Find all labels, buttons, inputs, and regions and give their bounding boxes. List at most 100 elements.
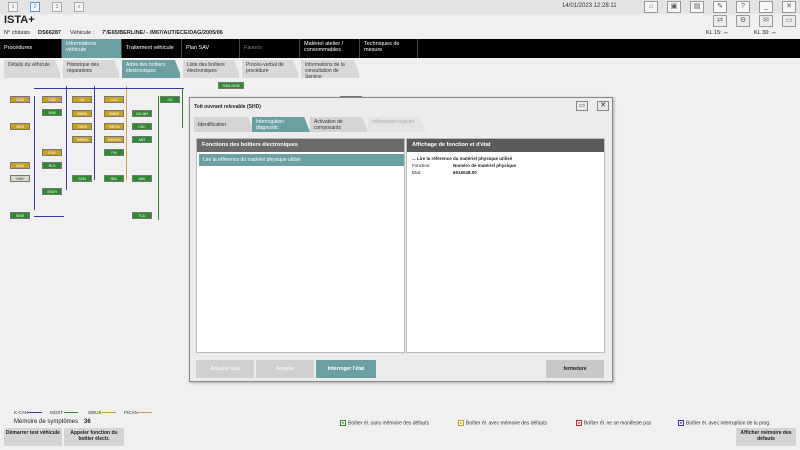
ecu-node[interactable]: CDC [132,123,152,130]
tab-diagnostic-query[interactable]: Interrogation diagnostic [252,117,310,132]
close-icon[interactable]: ✕ [597,101,609,111]
kcan-bus-line [66,86,67,190]
ecu-node[interactable]: SMBF [104,110,124,117]
minimize-icon[interactable]: _ [759,1,773,13]
kcan-legend: K-CAN [14,410,29,415]
function-display-panel: Affichage de fonction et d'état ... Lire… [406,138,605,353]
ecu-node[interactable]: SZM [72,175,92,182]
status-prog-interrupt: ● Boîtier él. avec interruption de la pro… [678,420,771,426]
status-red-icon: ● [576,420,582,426]
tab-measurement[interactable]: Techniques de mesure [360,39,418,58]
kcan-legend-line [28,412,42,413]
subtab-vehicle-details[interactable]: Détails du véhicule [4,60,62,78]
function-value: Numéro de matériel physique [453,163,517,168]
chassis-label: N° châssis [4,30,31,36]
ecu-node[interactable]: TCU [132,212,152,219]
tab-service-plan[interactable]: Plan SAV [182,39,240,58]
ecu-node[interactable]: CSB [42,96,62,103]
ecu-node[interactable]: LM [72,96,92,103]
ecu-node[interactable]: SMFA [72,110,92,117]
home-icon[interactable]: ⌂ [644,1,658,13]
help-icon[interactable]: ? [736,1,750,13]
ecu-node[interactable]: CD-WH [132,110,152,117]
ecu-node[interactable]: TMFA [72,123,92,130]
ecu-node[interactable]: CON [10,96,30,103]
most-legend-line [64,412,78,413]
status-fault-label: Boîtier él. avec mémoire des défauts [466,420,548,427]
function-result-title: ... Lire la référence du matériel physiq… [412,156,513,161]
ptcan-bus-line [126,86,127,180]
tab-favorites[interactable]: Favoris [240,39,300,58]
ecu-node[interactable]: RLS [42,162,62,169]
status-prog-interrupt-label: Boîtier él. avec interruption de la prog… [686,420,771,427]
cancel-button[interactable]: Annuler [256,360,314,378]
cancel-all-button[interactable]: Annuler tout [196,360,254,378]
chassis-value: DS66287 [38,30,61,36]
call-ecu-function-button[interactable]: Appeler fonction du boîtier électr. [64,428,124,446]
tab-component-activation[interactable]: Activation de composants [310,117,368,132]
ecu-node[interactable]: CAS [104,96,124,103]
ecu-node[interactable]: RDL [104,175,124,182]
wrench-icon[interactable]: ✎ [713,1,727,13]
vehicle-info-bar: N° châssis DS66287 Véhicule : 7'/E65/BER… [0,29,800,38]
ecu-node[interactable]: WIM [42,109,62,116]
tab-workshop-equipment[interactable]: Matériel atelier / consommables [300,39,360,58]
minimize-icon[interactable]: ▭ [576,101,588,111]
subtab-procedure-report[interactable]: Procès-verbal de procédure [242,60,300,78]
ecu-node[interactable]: SHD [10,175,30,182]
ecu-node[interactable]: NAV [132,175,152,182]
tab-software-info[interactable]: Information logicier [368,117,426,132]
window-button-3[interactable]: 3 [52,2,62,12]
connection-icon[interactable]: ⇄ [713,15,727,27]
ecu-node[interactable]: ANT [132,136,152,143]
ecu-node[interactable]: TMBFAh [104,136,124,143]
ecu-dialog: Toit ouvrant relevable (SHD) ▭ ✕ Identif… [189,97,613,382]
tab-procedures[interactable]: Procédures [0,39,62,58]
mail-icon[interactable]: ✉ [759,15,773,27]
show-fault-memory-button[interactable]: Afficher mémoire des défauts [736,428,796,446]
ecu-node[interactable]: FDU [42,149,62,156]
ecu-node[interactable]: SGM-DGM [218,82,244,89]
ecu-node[interactable]: SINE [10,212,30,219]
subtab-repair-history[interactable]: Historique des réparations [63,60,121,78]
ecu-node[interactable]: PM [104,149,124,156]
kl15-label: KL 15: [706,30,722,36]
vehicle-value: 7'/E65/BERLINE/ - /M67/AUT/ECE/DAG/2005/… [102,30,223,36]
status-no-response: ● Boîtier él. ne se manifeste pas [576,420,651,426]
list-view-icon[interactable]: ≡ [74,2,84,12]
ecu-functions-panel: Fonctions des boîtiers électroniques Lir… [196,138,405,353]
window-button-1[interactable]: 1 [8,2,18,12]
symptoms-label: Mémoire de symptômes [14,419,79,425]
ptcan-legend: PtCAN [124,410,138,415]
kcan-bus-line [34,96,35,210]
close-icon[interactable]: ✕ [782,1,796,13]
vehicle-icon[interactable]: ▣ [667,1,681,13]
app-title: ISTA+ [4,14,35,26]
gear-icon[interactable]: ⚙ [736,15,750,27]
print-icon[interactable]: ▤ [690,1,704,13]
ecu-node[interactable]: IHKA [10,123,30,130]
ecu-node[interactable]: TMFAh [104,123,124,130]
ecu-node[interactable]: DWA [10,162,30,169]
query-state-button[interactable]: Interroger l'état [316,360,376,378]
screen-icon[interactable]: ▭ [782,15,796,27]
ecu-node[interactable]: CD [160,96,180,103]
vehicle-label: Véhicule : [70,30,95,36]
kl30-value: -- [772,30,776,36]
close-dialog-button[interactable]: fermeture [546,360,604,378]
subtab-ecu-list[interactable]: Liste des boîtiers électroniques [183,60,241,78]
window-button-2[interactable]: 2 [30,2,40,12]
tab-vehicle-info[interactable]: Informations véhicule [62,39,122,58]
sibus-legend: SIBUS [88,410,102,415]
subtab-ecu-tree[interactable]: Arbre des boîtiers électroniques [122,60,182,78]
function-label: Fonction: [412,163,431,168]
ecu-node[interactable]: TMBFA [72,136,92,143]
tab-identification[interactable]: Identification [194,117,254,132]
function-list-item[interactable]: Lire la référence du matériel physique u… [199,154,404,166]
start-vehicle-test-button[interactable]: Démarrer test véhicule [4,428,62,446]
ecu-node[interactable]: SHZH [42,188,62,195]
function-display-header: Affichage de fonction et d'état [407,139,604,152]
subtab-service-info[interactable]: Informations de la consultation de Servi… [301,60,361,78]
status-yellow-icon: ● [458,420,464,426]
tab-vehicle-treatment[interactable]: Traitement véhicule [122,39,182,58]
